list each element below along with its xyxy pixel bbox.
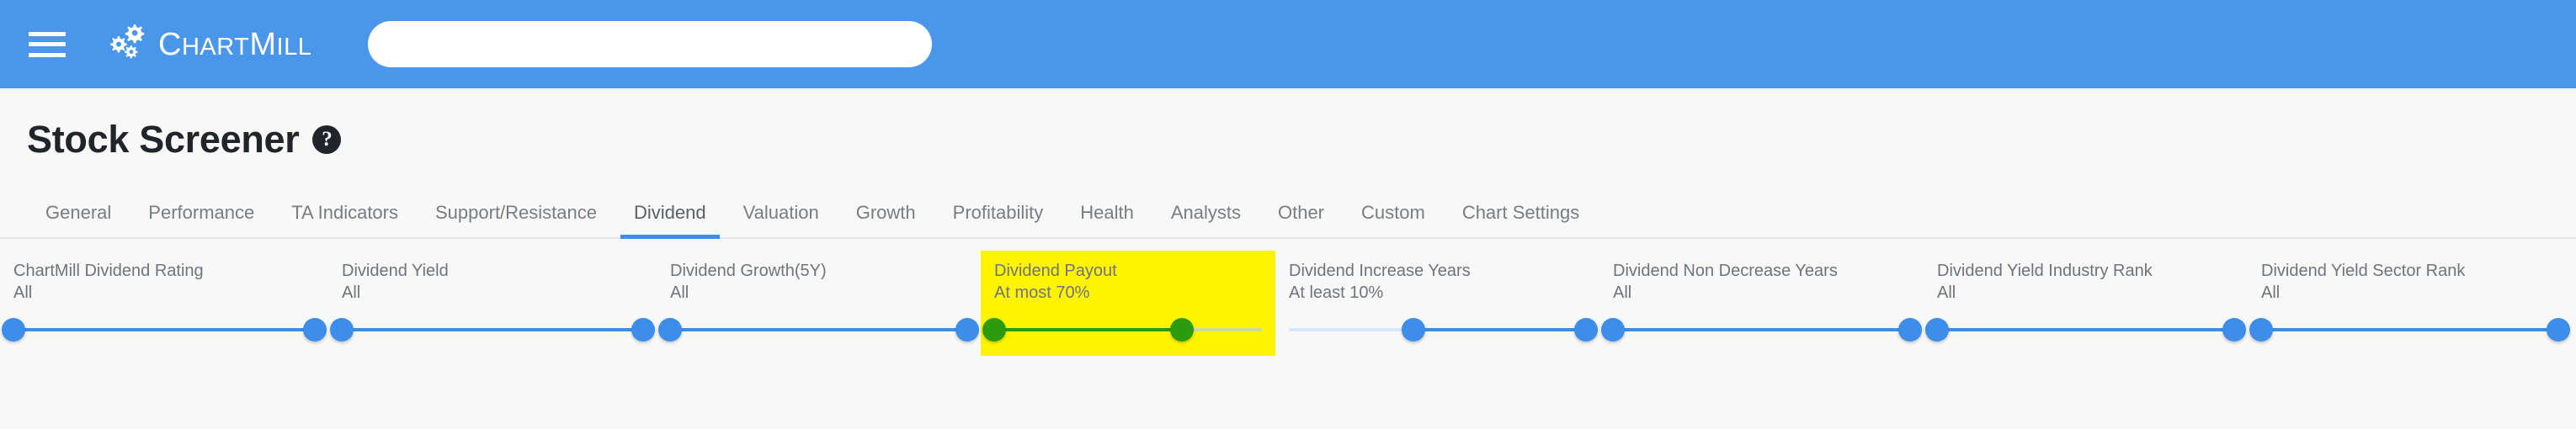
tab-custom[interactable]: Custom — [1343, 204, 1444, 237]
app-header: CHARTMILL — [0, 0, 2576, 88]
search-input[interactable] — [368, 21, 932, 67]
slider-handle-max[interactable] — [2547, 318, 2570, 342]
slider-handle-min[interactable] — [2249, 318, 2273, 342]
tab-other[interactable]: Other — [1259, 204, 1343, 237]
slider-handle-max[interactable] — [1898, 318, 1922, 342]
filter-value: All — [1613, 283, 1632, 302]
filter-dividend-increase-years: Dividend Increase Years At least 10% — [1275, 251, 1599, 356]
slider-selected-range — [994, 328, 1182, 331]
filter-dividend-payout: Dividend Payout At most 70% — [981, 251, 1275, 356]
tab-profitability[interactable]: Profitability — [934, 204, 1062, 237]
slider-handle-max[interactable] — [2222, 318, 2246, 342]
filter-value: At most 70% — [994, 283, 1090, 302]
slider-handle-min[interactable] — [330, 318, 354, 342]
gears-icon — [106, 23, 157, 66]
tab-support-resistance[interactable]: Support/Resistance — [417, 204, 615, 237]
tab-growth[interactable]: Growth — [838, 204, 934, 237]
tab-analysts[interactable]: Analysts — [1152, 204, 1259, 237]
slider-selected-range — [1413, 328, 1586, 331]
filter-label: Dividend Increase Years — [1289, 262, 1471, 280]
tab-dividend[interactable]: Dividend — [615, 204, 725, 239]
slider-selected-range — [670, 328, 967, 331]
range-slider-dividend-yield-industry-rank[interactable] — [1925, 315, 2246, 344]
filter-label: ChartMill Dividend Rating — [13, 262, 204, 280]
tab-general[interactable]: General — [27, 204, 130, 237]
slider-selected-range — [13, 328, 315, 331]
slider-handle-min[interactable] — [1601, 318, 1625, 342]
filter-value: All — [2261, 283, 2281, 302]
brand-logo[interactable]: CHARTMILL — [106, 19, 311, 70]
range-slider-dividend-growth-5y[interactable] — [658, 315, 979, 344]
brand-name: CHARTMILL — [158, 26, 312, 62]
filter-dividend-yield-sector-rank: Dividend Yield Sector Rank All — [2248, 251, 2572, 356]
filter-dividend-growth-5y: Dividend Growth(5Y) All — [657, 251, 981, 356]
tab-health[interactable]: Health — [1062, 204, 1152, 237]
hamburger-bar — [29, 42, 66, 46]
filter-value: All — [1937, 283, 1956, 302]
filter-value: All — [670, 283, 689, 302]
hamburger-icon[interactable] — [29, 29, 66, 60]
slider-handle-min[interactable] — [658, 318, 682, 342]
page-title: Stock Screener — [27, 118, 300, 161]
slider-handle-min[interactable] — [982, 318, 1006, 342]
slider-handle-max[interactable] — [303, 318, 327, 342]
tab-chart-settings[interactable]: Chart Settings — [1444, 204, 1598, 237]
tab-valuation[interactable]: Valuation — [725, 204, 838, 237]
page-header: Stock Screener ? — [0, 88, 2576, 158]
range-slider-dividend-increase-years[interactable] — [1289, 315, 1598, 344]
filter-value: At least 10% — [1289, 283, 1384, 302]
range-slider-dividend-non-decrease-years[interactable] — [1601, 315, 1922, 344]
tab-ta-indicators[interactable]: TA Indicators — [273, 204, 417, 237]
filter-value: All — [13, 283, 33, 302]
filter-dividend-non-decrease-years: Dividend Non Decrease Years All — [1599, 251, 1924, 356]
slider-selected-range — [1613, 328, 1910, 331]
range-slider-dividend-yield-sector-rank[interactable] — [2249, 315, 2570, 344]
range-slider-dividend-yield[interactable] — [330, 315, 655, 344]
filter-value: All — [342, 283, 361, 302]
slider-handle-max[interactable] — [631, 318, 655, 342]
filter-label: Dividend Yield Sector Rank — [2261, 262, 2466, 280]
filter-dividend-yield-industry-rank: Dividend Yield Industry Rank All — [1924, 251, 2248, 356]
slider-handle-max[interactable] — [955, 318, 979, 342]
slider-handle-max[interactable] — [1574, 318, 1598, 342]
hamburger-bar — [29, 52, 66, 57]
filter-chartmill-dividend-rating: ChartMill Dividend Rating All — [0, 251, 328, 356]
slider-handle-min[interactable] — [1925, 318, 1949, 342]
tab-performance[interactable]: Performance — [130, 204, 273, 237]
slider-selected-range — [2261, 328, 2558, 331]
help-icon[interactable]: ? — [312, 124, 342, 154]
filter-row: ChartMill Dividend Rating All Dividend Yie… — [0, 251, 2576, 356]
hamburger-bar — [29, 31, 66, 36]
slider-selected-range — [342, 328, 643, 331]
range-slider-chartmill-dividend-rating[interactable] — [2, 315, 327, 344]
filter-label: Dividend Payout — [994, 262, 1117, 280]
slider-handle-max[interactable] — [1169, 318, 1194, 342]
filter-label: Dividend Growth(5Y) — [670, 262, 827, 280]
filter-label: Dividend Yield — [342, 262, 449, 280]
slider-handle-min[interactable] — [2, 318, 25, 342]
filter-label: Dividend Yield Industry Rank — [1937, 262, 2153, 280]
slider-handle-min[interactable] — [1402, 318, 1426, 342]
slider-selected-range — [1937, 328, 2234, 331]
filter-dividend-yield: Dividend Yield All — [328, 251, 657, 356]
filter-label: Dividend Non Decrease Years — [1613, 262, 1838, 280]
screener-tabbar: General Performance TA Indicators Support/R… — [0, 187, 2576, 239]
range-slider-dividend-payout[interactable] — [982, 315, 1262, 344]
